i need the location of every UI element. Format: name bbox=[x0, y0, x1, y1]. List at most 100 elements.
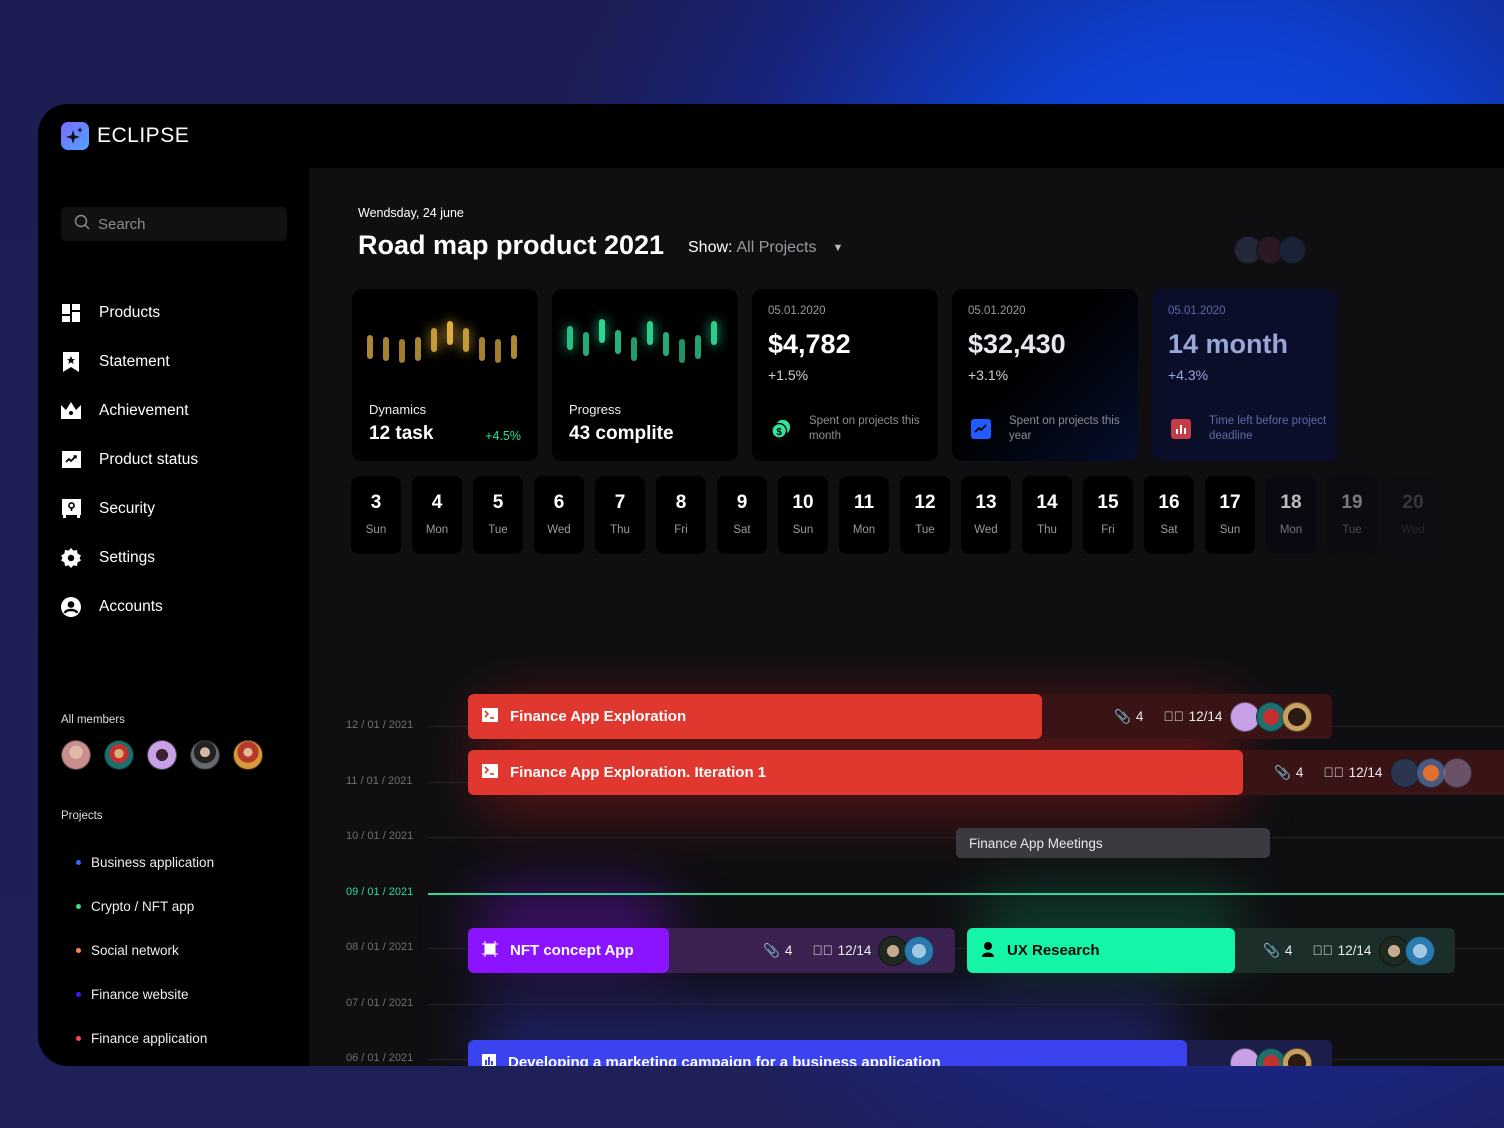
day-cell[interactable]: 3 Sun bbox=[351, 476, 401, 554]
spark-bar bbox=[399, 339, 405, 364]
day-cell[interactable]: 7 Thu bbox=[595, 476, 645, 554]
day-cell[interactable]: 12 Tue bbox=[900, 476, 950, 554]
day-cell[interactable]: 17 Sun bbox=[1205, 476, 1255, 554]
sidebar-item-accounts[interactable]: Accounts bbox=[61, 582, 198, 631]
project-item[interactable]: Social network bbox=[76, 928, 214, 972]
task-bar[interactable]: NFT concept App 📎 4 ✓⃝ 12/14 bbox=[468, 928, 955, 973]
task-bar[interactable]: Developing a marketing campaign for a bu… bbox=[468, 1040, 1332, 1066]
project-item[interactable]: Finance application bbox=[76, 1016, 214, 1060]
project-color-dot bbox=[76, 1035, 81, 1041]
day-cell[interactable]: 10 Sun bbox=[778, 476, 828, 554]
day-cell[interactable]: 13 Wed bbox=[961, 476, 1011, 554]
dynamics-card[interactable]: Dynamics 12 task +4.5% bbox=[352, 289, 538, 461]
card-value: 14 month bbox=[1168, 329, 1289, 359]
avatar[interactable] bbox=[190, 740, 220, 770]
day-cell[interactable]: 8 Fri bbox=[656, 476, 706, 554]
members-list bbox=[61, 740, 263, 770]
day-cell[interactable]: 19 Tue bbox=[1327, 476, 1377, 554]
timeline-date: 06 / 01 / 2021 bbox=[346, 1052, 414, 1064]
sidebar-item-product-status[interactable]: Product status bbox=[61, 435, 198, 484]
day-number: 19 bbox=[1341, 492, 1363, 513]
search-icon bbox=[74, 214, 90, 235]
yearly-spend-card[interactable]: 05.01.2020 $32,430 +3.1% Spent on projec… bbox=[952, 289, 1138, 461]
project-filter-dropdown[interactable]: Show: All Projects ▼ bbox=[688, 239, 843, 257]
card-label: Dynamics bbox=[369, 402, 427, 417]
avatar[interactable] bbox=[1405, 935, 1435, 966]
avatar[interactable] bbox=[1278, 236, 1306, 264]
day-number: 8 bbox=[675, 492, 687, 513]
task-bar-head: Finance App Exploration. Iteration 1 bbox=[468, 750, 1243, 795]
avatar[interactable] bbox=[104, 740, 134, 770]
sidebar-item-label: Accounts bbox=[99, 597, 163, 615]
sidebar-item-security[interactable]: Security bbox=[61, 484, 198, 533]
avatar[interactable] bbox=[1282, 1047, 1312, 1066]
spark-bar bbox=[463, 327, 469, 352]
day-cell[interactable]: 9 Sat bbox=[717, 476, 767, 554]
day-cell[interactable]: 11 Mon bbox=[839, 476, 889, 554]
sidebar-nav: Products Statement Achievement Product s… bbox=[61, 288, 198, 631]
spark-bar bbox=[479, 337, 485, 361]
task-title: Finance App Exploration. Iteration 1 bbox=[510, 764, 767, 781]
crown-icon bbox=[61, 401, 81, 421]
task-assignees bbox=[878, 935, 934, 966]
avatar[interactable] bbox=[147, 740, 177, 770]
checklist-count: 12/14 bbox=[1348, 765, 1383, 780]
project-item[interactable]: Business application bbox=[76, 840, 214, 884]
grid-icon bbox=[61, 303, 81, 323]
avatar[interactable] bbox=[1282, 701, 1312, 732]
spark-bar bbox=[583, 332, 589, 357]
day-weekday: Fri bbox=[674, 524, 688, 536]
progress-card[interactable]: Progress 43 complite bbox=[552, 289, 738, 461]
day-cell[interactable]: 4 Mon bbox=[412, 476, 462, 554]
avatar[interactable] bbox=[61, 740, 91, 770]
avatar[interactable] bbox=[1442, 757, 1472, 788]
day-cell[interactable]: 20 Wed bbox=[1388, 476, 1438, 554]
logo[interactable]: ECLIPSE bbox=[61, 122, 189, 150]
day-weekday: Thu bbox=[1037, 524, 1057, 536]
day-cell[interactable]: 14 Thu bbox=[1022, 476, 1072, 554]
day-cell[interactable]: 5 Tue bbox=[473, 476, 523, 554]
spark-bar bbox=[631, 337, 637, 361]
card-delta: +3.1% bbox=[968, 367, 1009, 383]
day-weekday: Sat bbox=[733, 524, 751, 536]
checklist-count: 12/14 bbox=[1337, 943, 1372, 958]
sidebar-item-products[interactable]: Products bbox=[61, 288, 198, 337]
checklist-count: 12/14 bbox=[1188, 709, 1223, 724]
search-box[interactable] bbox=[61, 207, 287, 241]
sidebar-item-statement[interactable]: Statement bbox=[61, 337, 198, 386]
task-bar[interactable]: Finance App Exploration 📎 4 ✓⃝ 12/14 bbox=[468, 694, 1332, 739]
task-bar[interactable]: UX Research 📎 4 ✓⃝ 12/14 bbox=[967, 928, 1455, 973]
projects-label: Projects bbox=[61, 810, 103, 822]
day-cell[interactable]: 18 Mon bbox=[1266, 476, 1316, 554]
sidebar-item-label: Product status bbox=[99, 450, 199, 468]
user-icon bbox=[981, 941, 995, 961]
card-date: 05.01.2020 bbox=[1168, 305, 1226, 317]
day-cell[interactable]: 16 Sat bbox=[1144, 476, 1194, 554]
project-item[interactable]: Crypto / NFT app bbox=[76, 884, 214, 928]
spark-bar bbox=[367, 334, 373, 359]
project-label: Crypto / NFT app bbox=[91, 898, 195, 914]
task-bar[interactable]: Finance App Exploration. Iteration 1 📎 4 … bbox=[468, 750, 1504, 795]
event-pill[interactable]: Finance App Meetings bbox=[956, 828, 1270, 858]
project-color-dot bbox=[76, 947, 81, 953]
day-cell[interactable]: 15 Fri bbox=[1083, 476, 1133, 554]
timeline-row: 09 / 01 / 2021 bbox=[346, 886, 1504, 898]
project-color-dot bbox=[76, 859, 81, 865]
timeline-date: 07 / 01 / 2021 bbox=[346, 996, 414, 1009]
sidebar-item-achievement[interactable]: Achievement bbox=[61, 386, 198, 435]
sidebar-item-settings[interactable]: Settings bbox=[61, 533, 198, 582]
monthly-spend-card[interactable]: 05.01.2020 $4,782 +1.5% $ Spent on proje… bbox=[752, 289, 938, 461]
card-description: Time left before project deadline bbox=[1209, 415, 1327, 442]
avatar[interactable] bbox=[904, 935, 934, 966]
search-input[interactable] bbox=[98, 215, 278, 233]
day-cell[interactable]: 6 Wed bbox=[534, 476, 584, 554]
deadline-card[interactable]: 05.01.2020 14 month +4.3% Time left befo… bbox=[1152, 289, 1338, 461]
avatar[interactable] bbox=[233, 740, 263, 770]
project-item[interactable]: Finance website bbox=[76, 972, 214, 1016]
sidebar-item-label: Statement bbox=[99, 352, 170, 370]
day-strip: 3 Sun 4 Mon 5 Tue 6 Wed 7 Thu 8 Fri 9 Sat 10 Sun 11 Mon 12… bbox=[351, 476, 1438, 554]
day-weekday: Sun bbox=[792, 524, 814, 536]
day-number: 15 bbox=[1097, 492, 1119, 513]
day-number: 12 bbox=[914, 492, 936, 513]
day-weekday: Tue bbox=[1342, 524, 1362, 536]
